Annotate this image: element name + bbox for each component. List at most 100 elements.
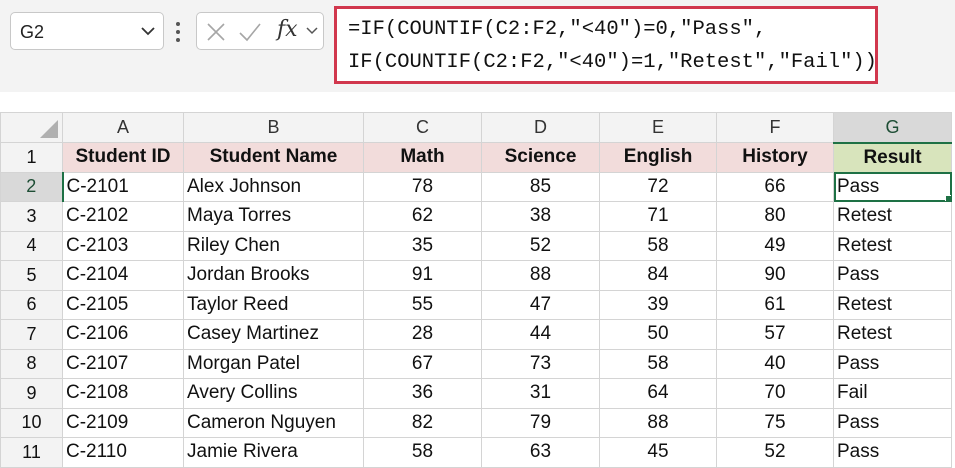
select-all-button[interactable] bbox=[0, 112, 63, 143]
formula-line-2[interactable]: IF(COUNTIF(C2:F2,"<40")=1,"Retest","Fail… bbox=[348, 51, 877, 74]
cell[interactable]: Retest bbox=[833, 319, 952, 350]
row-number[interactable]: 6 bbox=[0, 289, 63, 320]
column-header-f[interactable]: F bbox=[716, 112, 834, 143]
cell[interactable]: Pass bbox=[833, 407, 952, 438]
cell[interactable]: 72 bbox=[599, 171, 717, 202]
row-number[interactable]: 5 bbox=[0, 260, 63, 291]
cell[interactable]: 61 bbox=[716, 289, 834, 320]
cell[interactable]: Casey Martinez bbox=[183, 319, 364, 350]
cell[interactable]: 64 bbox=[599, 378, 717, 409]
cell[interactable]: Avery Collins bbox=[183, 378, 364, 409]
chevron-down-icon[interactable] bbox=[139, 22, 157, 40]
cell[interactable]: Morgan Patel bbox=[183, 348, 364, 379]
cancel-icon[interactable] bbox=[203, 19, 229, 45]
chevron-down-icon[interactable] bbox=[304, 23, 320, 39]
cell[interactable]: 63 bbox=[481, 437, 600, 468]
active-cell[interactable]: Pass bbox=[833, 171, 952, 202]
row-number[interactable]: 9 bbox=[0, 378, 63, 409]
fill-handle[interactable] bbox=[945, 195, 951, 201]
cell[interactable]: Jamie Rivera bbox=[183, 437, 364, 468]
cell[interactable]: 52 bbox=[481, 230, 600, 261]
column-header-e[interactable]: E bbox=[599, 112, 717, 143]
cell[interactable]: 82 bbox=[363, 407, 482, 438]
cell[interactable]: 84 bbox=[599, 260, 717, 291]
cell[interactable]: 58 bbox=[363, 437, 482, 468]
header-cell[interactable]: History bbox=[716, 142, 834, 173]
row-number[interactable]: 11 bbox=[0, 437, 63, 468]
cell[interactable]: 39 bbox=[599, 289, 717, 320]
cell[interactable]: C-2107 bbox=[62, 348, 184, 379]
cell[interactable]: C-2101 bbox=[62, 171, 184, 202]
cell[interactable]: 40 bbox=[716, 348, 834, 379]
cell[interactable]: 91 bbox=[363, 260, 482, 291]
cell[interactable]: C-2105 bbox=[62, 289, 184, 320]
row-number[interactable]: 7 bbox=[0, 319, 63, 350]
row-number[interactable]: 1 bbox=[0, 142, 63, 173]
row-number[interactable]: 10 bbox=[0, 407, 63, 438]
cell[interactable]: 58 bbox=[599, 348, 717, 379]
header-cell[interactable]: Student Name bbox=[183, 142, 364, 173]
cell[interactable]: 31 bbox=[481, 378, 600, 409]
header-cell[interactable]: English bbox=[599, 142, 717, 173]
cell[interactable]: 66 bbox=[716, 171, 834, 202]
cell[interactable]: C-2108 bbox=[62, 378, 184, 409]
cell[interactable]: C-2102 bbox=[62, 201, 184, 232]
column-header-d[interactable]: D bbox=[481, 112, 600, 143]
header-cell[interactable]: Student ID bbox=[62, 142, 184, 173]
cell[interactable]: C-2110 bbox=[62, 437, 184, 468]
cell[interactable]: 88 bbox=[481, 260, 600, 291]
cell[interactable]: Riley Chen bbox=[183, 230, 364, 261]
formula-input[interactable]: =IF(COUNTIF(C2:F2,"<40")=0,"Pass", IF(CO… bbox=[334, 6, 878, 84]
formula-line-1[interactable]: =IF(COUNTIF(C2:F2,"<40")=0,"Pass", bbox=[348, 18, 766, 41]
cell[interactable]: Pass bbox=[833, 348, 952, 379]
cell[interactable]: 55 bbox=[363, 289, 482, 320]
cell[interactable]: 71 bbox=[599, 201, 717, 232]
cell[interactable]: 75 bbox=[716, 407, 834, 438]
cell[interactable]: 78 bbox=[363, 171, 482, 202]
cell[interactable]: 49 bbox=[716, 230, 834, 261]
row-number[interactable]: 3 bbox=[0, 201, 63, 232]
cell[interactable]: C-2104 bbox=[62, 260, 184, 291]
cell[interactable]: C-2103 bbox=[62, 230, 184, 261]
cell[interactable]: 79 bbox=[481, 407, 600, 438]
cell[interactable]: 80 bbox=[716, 201, 834, 232]
cell[interactable]: 62 bbox=[363, 201, 482, 232]
insert-function-button[interactable]: fx bbox=[277, 17, 298, 42]
cell[interactable]: Taylor Reed bbox=[183, 289, 364, 320]
row-number[interactable]: 4 bbox=[0, 230, 63, 261]
cell[interactable]: 38 bbox=[481, 201, 600, 232]
cell[interactable]: Fail bbox=[833, 378, 952, 409]
cell[interactable]: 88 bbox=[599, 407, 717, 438]
cell[interactable]: Retest bbox=[833, 230, 952, 261]
name-box[interactable]: G2 bbox=[10, 12, 164, 50]
cell[interactable]: 45 bbox=[599, 437, 717, 468]
header-cell[interactable]: Result bbox=[833, 142, 952, 173]
name-box-value[interactable]: G2 bbox=[20, 22, 44, 43]
cell[interactable]: 44 bbox=[481, 319, 600, 350]
cell[interactable]: 73 bbox=[481, 348, 600, 379]
cell[interactable]: 90 bbox=[716, 260, 834, 291]
row-number[interactable]: 8 bbox=[0, 348, 63, 379]
cell[interactable]: Alex Johnson bbox=[183, 171, 364, 202]
cell[interactable]: Jordan Brooks bbox=[183, 260, 364, 291]
cell[interactable]: Retest bbox=[833, 201, 952, 232]
more-options-icon[interactable] bbox=[174, 20, 182, 44]
cell[interactable]: 52 bbox=[716, 437, 834, 468]
column-header-b[interactable]: B bbox=[183, 112, 364, 143]
cell[interactable]: 28 bbox=[363, 319, 482, 350]
header-cell[interactable]: Math bbox=[363, 142, 482, 173]
cell[interactable]: Retest bbox=[833, 289, 952, 320]
cell[interactable]: 57 bbox=[716, 319, 834, 350]
column-header-g[interactable]: G bbox=[833, 112, 952, 144]
cell[interactable]: C-2106 bbox=[62, 319, 184, 350]
cell[interactable]: 47 bbox=[481, 289, 600, 320]
cell[interactable]: 35 bbox=[363, 230, 482, 261]
cell[interactable]: Maya Torres bbox=[183, 201, 364, 232]
cell[interactable]: 50 bbox=[599, 319, 717, 350]
cell[interactable]: Cameron Nguyen bbox=[183, 407, 364, 438]
enter-check-icon[interactable] bbox=[237, 19, 263, 45]
cell[interactable]: Pass bbox=[833, 260, 952, 291]
column-header-c[interactable]: C bbox=[363, 112, 482, 143]
cell[interactable]: 85 bbox=[481, 171, 600, 202]
cell[interactable]: Pass bbox=[833, 437, 952, 468]
